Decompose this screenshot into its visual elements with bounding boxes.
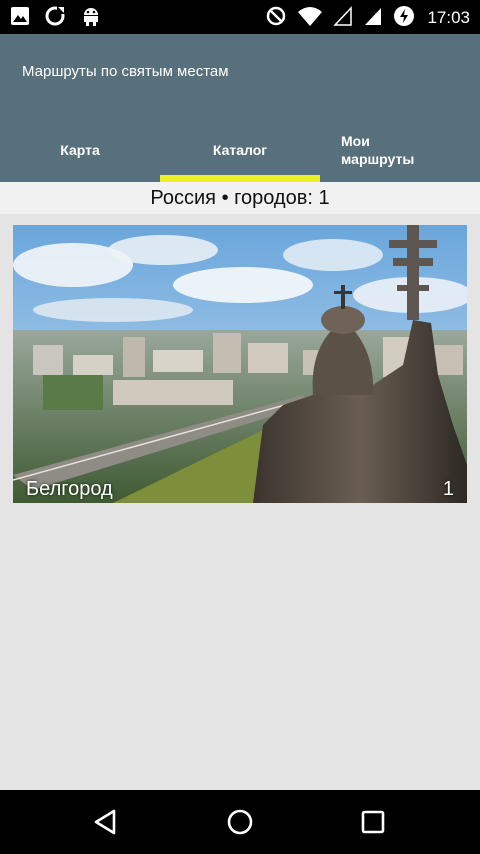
sync-icon	[44, 5, 66, 31]
tab-map[interactable]: Карта	[0, 118, 160, 182]
tab-selected-indicator	[160, 175, 320, 182]
catalog-summary: Россия • городов: 1	[0, 182, 480, 214]
android-debug-icon	[80, 5, 102, 31]
app-title: Маршруты по святым местам	[22, 63, 229, 80]
signal-icon	[363, 5, 383, 31]
back-icon[interactable]	[90, 806, 122, 838]
navigation-bar	[0, 790, 480, 854]
battery-charging-icon	[393, 5, 415, 31]
tab-catalog-label: Каталог	[212, 142, 268, 158]
signal-empty-icon	[333, 5, 353, 31]
city-photo	[13, 225, 467, 503]
tab-catalog[interactable]: Каталог	[160, 118, 320, 182]
tab-my-routes[interactable]: Мои маршруты	[320, 118, 480, 182]
clock: 17:03	[427, 8, 470, 27]
app-bar: Маршруты по святым местам Карта Каталог …	[0, 34, 480, 182]
city-route-count: 1	[442, 478, 454, 500]
recents-icon[interactable]	[357, 806, 389, 838]
status-bar: 17:03	[0, 0, 480, 34]
image-icon	[10, 6, 30, 30]
wifi-icon	[297, 5, 323, 31]
city-name: Белгород	[26, 478, 113, 500]
do-not-disturb-icon	[265, 5, 287, 31]
tab-map-label: Карта	[60, 142, 100, 158]
tab-my-routes-label: Мои маршруты	[341, 133, 415, 167]
city-card[interactable]: Белгород 1	[13, 225, 467, 503]
home-icon[interactable]	[224, 806, 256, 838]
